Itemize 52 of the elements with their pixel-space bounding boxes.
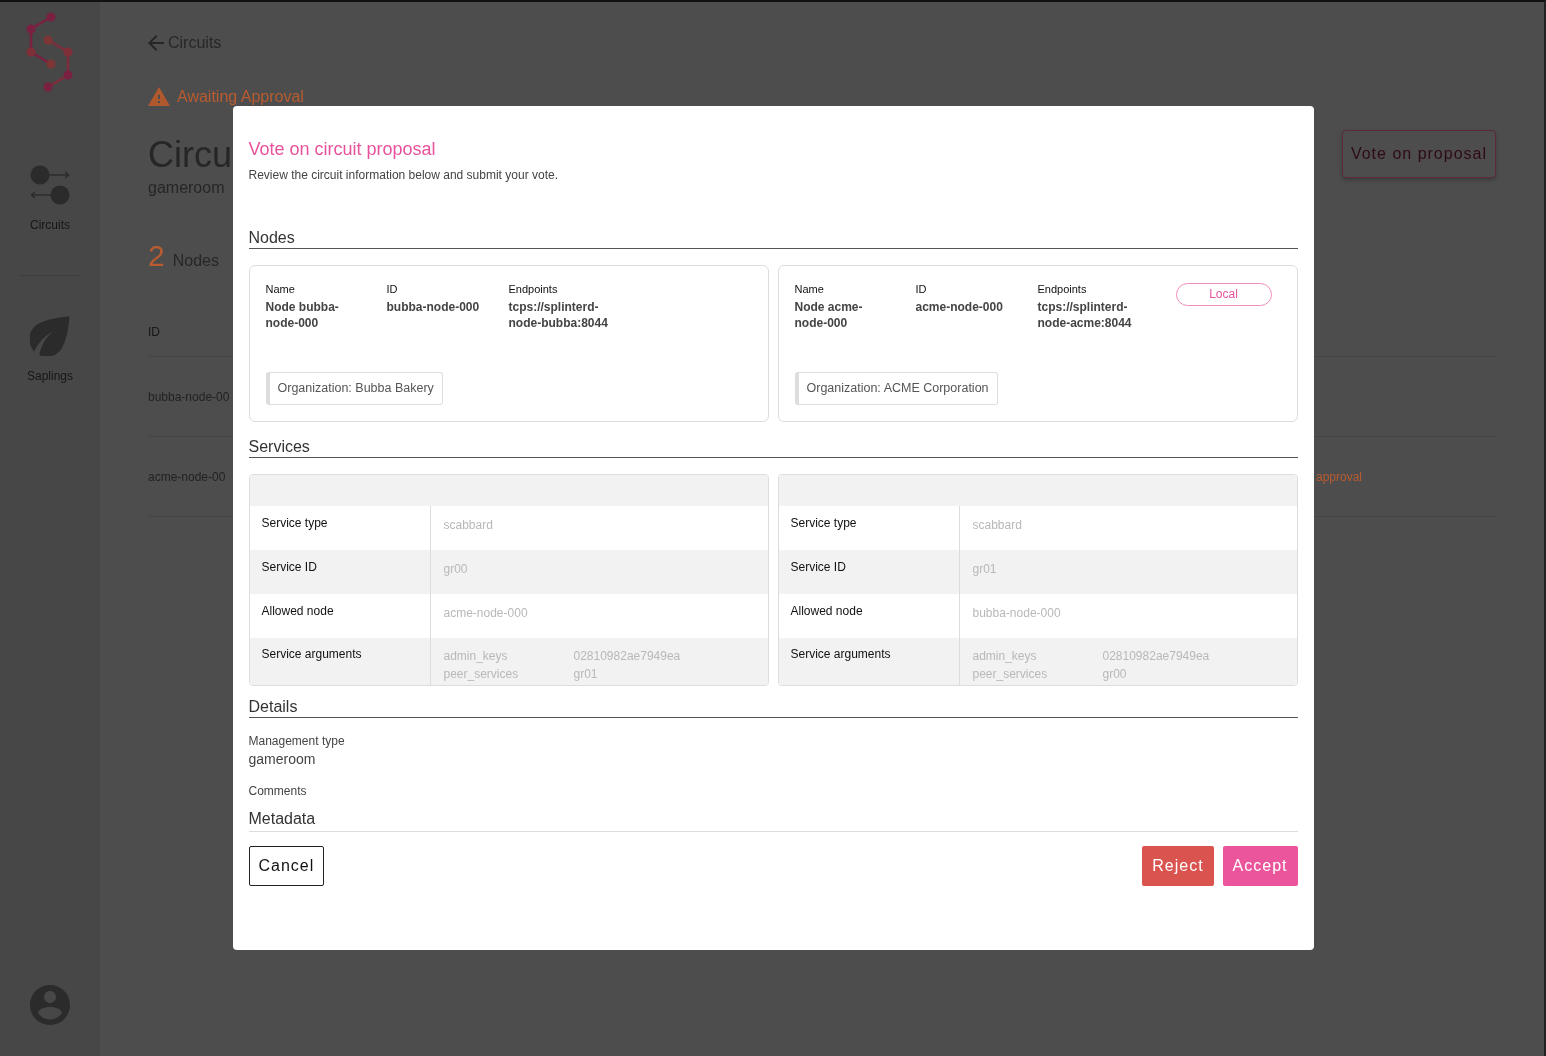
reject-button[interactable]: Reject xyxy=(1142,846,1214,886)
argument-key: admin_keys xyxy=(972,647,1103,665)
argument-key: peer_services xyxy=(443,665,574,683)
organization-tag: Organization: Bubba Bakery xyxy=(265,372,443,405)
row-value: scabbard xyxy=(442,517,494,534)
section-heading: Metadata xyxy=(248,810,316,828)
field-label: ID xyxy=(386,283,398,295)
status-label: Awaiting Approval xyxy=(177,87,304,106)
details-label: Comments xyxy=(248,784,307,798)
dots-arrows-icon xyxy=(30,165,70,205)
argument-key: peer_services xyxy=(972,665,1103,683)
network-logo-icon xyxy=(26,12,74,92)
field-value: acme-node-000 xyxy=(915,299,1003,315)
arrow-left-icon xyxy=(148,35,164,51)
section-heading: Nodes xyxy=(248,229,1298,249)
row-value: gr01 xyxy=(971,561,998,578)
field-value: Node bubba-node-000 xyxy=(265,299,340,331)
node-count: 2 xyxy=(148,239,165,273)
field-value: tcps://splinterd-node-bubba:8044 xyxy=(508,299,609,331)
field-value: tcps://splinterd-node-acme:8044 xyxy=(1037,299,1133,331)
section-heading: Services xyxy=(248,438,1298,458)
section-heading: Details xyxy=(248,698,1298,718)
field-label: Endpoints xyxy=(508,283,558,295)
argument-value: 02810982ae7949ea xyxy=(573,648,681,665)
field-label: Endpoints xyxy=(1037,283,1087,295)
field-value: bubba-node-000 xyxy=(386,299,480,315)
warning-icon xyxy=(148,87,170,106)
row-label: Service arguments xyxy=(778,638,960,685)
details-label: Management type xyxy=(248,734,345,748)
row-label: Service arguments xyxy=(249,638,431,685)
accept-button[interactable]: Accept xyxy=(1222,846,1298,886)
row-value: bubba-node-000 xyxy=(971,605,1062,622)
field-label: Name xyxy=(265,283,295,295)
argument-value: gr01 xyxy=(573,666,599,683)
modal-subtitle: Review the circuit information below and submit your vote. xyxy=(248,168,559,182)
argument-value: 02810982ae7949ea xyxy=(1102,648,1210,665)
argument-key: admin_keys xyxy=(443,647,574,665)
organization-tag: Organization: ACME Corporation xyxy=(794,372,998,405)
user-avatar-icon[interactable] xyxy=(30,985,70,1025)
details-value: gameroom xyxy=(248,750,316,768)
leaf-icon xyxy=(30,316,70,356)
row-value: acme-node-000 xyxy=(442,605,529,622)
row-value: scabbard xyxy=(971,517,1023,534)
argument-value: gr00 xyxy=(1102,666,1128,683)
vote-button[interactable]: Vote on proposal xyxy=(1341,130,1496,178)
field-value: Node acme-node-000 xyxy=(794,299,864,331)
cancel-button[interactable]: Cancel xyxy=(248,846,325,886)
field-label: ID xyxy=(915,283,927,295)
field-label: Name xyxy=(794,283,824,295)
modal-title: Vote on circuit proposal xyxy=(248,138,437,160)
row-value: gr00 xyxy=(442,561,469,578)
status-text: approval xyxy=(1316,469,1363,484)
